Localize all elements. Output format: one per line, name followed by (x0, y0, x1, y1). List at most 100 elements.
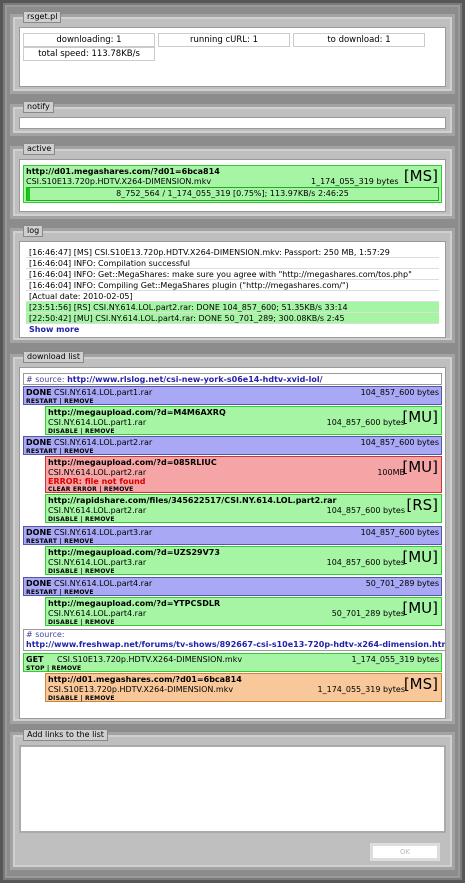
file-name: CSI.NY.614.LOL.part3.rar (54, 528, 153, 537)
log-line: [22:50:42] [MU] CSI.NY.614.LOL.part4.rar… (26, 313, 439, 324)
source-row: # source: http://www.rlslog.net/csi-new-… (23, 373, 442, 385)
file-name: CSI.NY.614.LOL.part2.rar (54, 438, 153, 447)
done-label: DONE (26, 528, 52, 537)
restart-remove-actions[interactable]: RESTART | REMOVE (26, 589, 94, 596)
file-size: 104_857_600 bytes (326, 506, 405, 515)
link-item: http://megaupload.com/?d=M4M6AXRQ CSI.NY… (45, 406, 442, 435)
megaupload-tag: [MU] (402, 458, 438, 476)
get-label: GET (26, 655, 44, 664)
link-url[interactable]: http://rapidshare.com/files/345622517/CS… (48, 496, 337, 505)
file-name: CSI.NY.614.LOL.part3.rar (48, 558, 147, 567)
megashares-tag: [MS] (403, 675, 438, 693)
file-size: 104_857_600 bytes (360, 388, 439, 397)
active-title: active (23, 143, 56, 155)
download-list-box: # source: http://www.rlslog.net/csi-new-… (19, 367, 446, 719)
log-panel: log [16:46:47] [MS] CSI.S10E13.720p.HDTV… (10, 225, 455, 343)
clear-remove-actions[interactable]: CLEAR ERROR | REMOVE (48, 486, 133, 493)
active-url[interactable]: http://d01.megashares.com/?d01=6bca814 (26, 167, 220, 176)
link-item: http://megaupload.com/?d=UZS29V73 CSI.NY… (45, 546, 442, 575)
disable-remove-actions[interactable]: DISABLE | REMOVE (48, 619, 115, 626)
active-progress-bar: 8_752_564 / 1_174_055_319 [0.75%]; 113.9… (26, 187, 439, 201)
add-links-panel: Add links to the list OK (10, 729, 455, 870)
group-header: DONE CSI.NY.614.LOL.part4.rar 50_701_289… (23, 577, 442, 596)
link-url[interactable]: http://megaupload.com/?d=085RLIUC (48, 458, 217, 467)
megaupload-tag: [MU] (402, 599, 438, 617)
file-size: 104_857_600 bytes (360, 528, 439, 537)
ok-button-label: OK (399, 848, 411, 856)
link-item-error: http://megaupload.com/?d=085RLIUC CSI.NY… (45, 456, 442, 493)
notify-title: notify (23, 101, 54, 113)
download-list-title: download list (23, 351, 84, 363)
megaupload-tag: [MU] (402, 548, 438, 566)
file-name: CSI.S10E13.720p.HDTV.X264-DIMENSION.mkv (57, 655, 243, 664)
disable-remove-actions[interactable]: DISABLE | REMOVE (48, 568, 115, 575)
running-count: running cURL: 1 (158, 33, 290, 47)
link-url[interactable]: http://megaupload.com/?d=YTPCSDLR (48, 599, 220, 608)
stop-remove-actions[interactable]: STOP | REMOVE (26, 665, 81, 672)
source-label: # source: (26, 375, 65, 384)
error-message: ERROR: file not found (48, 477, 146, 486)
link-url[interactable]: http://megaupload.com/?d=UZS29V73 (48, 548, 220, 557)
add-links-textarea[interactable] (19, 745, 446, 833)
total-speed: total speed: 113.78KB/s (23, 47, 155, 61)
log-line: [16:46:04] INFO: Get::MegaShares: make s… (26, 269, 439, 280)
source-label: # source: (26, 630, 65, 639)
active-box: http://d01.megashares.com/?d01=6bca814 C… (19, 159, 446, 212)
megashares-tag: [MS] (403, 167, 438, 185)
log-line: [16:46:47] [MS] CSI.S10E13.720p.HDTV.X26… (26, 247, 439, 258)
restart-remove-actions[interactable]: RESTART | REMOVE (26, 398, 94, 405)
log-title: log (23, 225, 44, 237)
log-line: [16:46:04] INFO: Compilation successful (26, 258, 439, 269)
log-box: [16:46:47] [MS] CSI.S10E13.720p.HDTV.X26… (19, 241, 446, 338)
group-header: DONE CSI.NY.614.LOL.part1.rar 104_857_60… (23, 386, 442, 405)
group-header: DONE CSI.NY.614.LOL.part2.rar 104_857_60… (23, 436, 442, 455)
file-name: CSI.NY.614.LOL.part2.rar (48, 506, 147, 515)
header-panel: rsget.pl downloading: 1 running cURL: 1 … (10, 11, 455, 94)
todownload-count: to download: 1 (293, 33, 425, 47)
link-url[interactable]: http://megaupload.com/?d=M4M6AXRQ (48, 408, 226, 417)
file-size: 104_857_600 bytes (326, 558, 405, 567)
disable-remove-actions[interactable]: DISABLE | REMOVE (48, 428, 115, 435)
file-size: 1_174_055_319 bytes (351, 655, 439, 664)
download-list-panel: download list # source: http://www.rlslo… (10, 351, 455, 724)
status-box: downloading: 1 running cURL: 1 to downlo… (19, 27, 446, 87)
file-size: 104_857_600 bytes (360, 438, 439, 447)
source-link[interactable]: http://www.freshwap.net/forums/tv-shows/… (26, 640, 445, 650)
show-more-link[interactable]: Show more (29, 325, 79, 334)
group-header: DONE CSI.NY.614.LOL.part3.rar 104_857_60… (23, 526, 442, 545)
done-label: DONE (26, 579, 52, 588)
log-line: [Actual date: 2010-02-05] (26, 291, 439, 302)
log-line: [16:46:04] INFO: Compiling Get::MegaShar… (26, 280, 439, 291)
group-header: GET CSI.S10E13.720p.HDTV.X264-DIMENSION.… (23, 653, 442, 672)
downloading-count: downloading: 1 (23, 33, 155, 47)
header-title: rsget.pl (23, 11, 62, 23)
done-label: DONE (26, 438, 52, 447)
link-item: http://megaupload.com/?d=YTPCSDLR CSI.NY… (45, 597, 442, 626)
file-name: CSI.NY.614.LOL.part1.rar (48, 418, 147, 427)
add-links-title: Add links to the list (23, 729, 108, 741)
file-name: CSI.NY.614.LOL.part4.rar (48, 609, 147, 618)
file-size: 100MB (377, 468, 405, 477)
notify-box (19, 117, 446, 129)
file-size: 104_857_600 bytes (326, 418, 405, 427)
done-label: DONE (26, 388, 52, 397)
file-size: 50_701_289 bytes (365, 579, 439, 588)
active-item: http://d01.megashares.com/?d01=6bca814 C… (23, 165, 442, 203)
disable-remove-actions[interactable]: DISABLE | REMOVE (48, 516, 115, 523)
file-name: CSI.S10E13.720p.HDTV.X264-DIMENSION.mkv (48, 685, 234, 694)
megaupload-tag: [MU] (402, 408, 438, 426)
file-name: CSI.NY.614.LOL.part1.rar (54, 388, 153, 397)
disable-remove-actions[interactable]: DISABLE | REMOVE (48, 695, 115, 702)
file-size: 50_701_289 bytes (331, 609, 405, 618)
source-link[interactable]: http://www.rlslog.net/csi-new-york-s06e1… (67, 375, 322, 384)
ok-button[interactable]: OK (370, 843, 440, 861)
rapidshare-tag: [RS] (406, 496, 438, 514)
link-item: http://rapidshare.com/files/345622517/CS… (45, 494, 442, 523)
file-size: 1_174_055_319 bytes (317, 685, 405, 694)
restart-remove-actions[interactable]: RESTART | REMOVE (26, 538, 94, 545)
link-url[interactable]: http://d01.megashares.com/?d01=6bca814 (48, 675, 242, 684)
restart-remove-actions[interactable]: RESTART | REMOVE (26, 448, 94, 455)
source-row: # source: http://www.freshwap.net/forums… (23, 629, 445, 651)
file-name: CSI.NY.614.LOL.part2.rar (48, 468, 147, 477)
active-file: CSI.S10E13.720p.HDTV.X264-DIMENSION.mkv (26, 177, 212, 186)
